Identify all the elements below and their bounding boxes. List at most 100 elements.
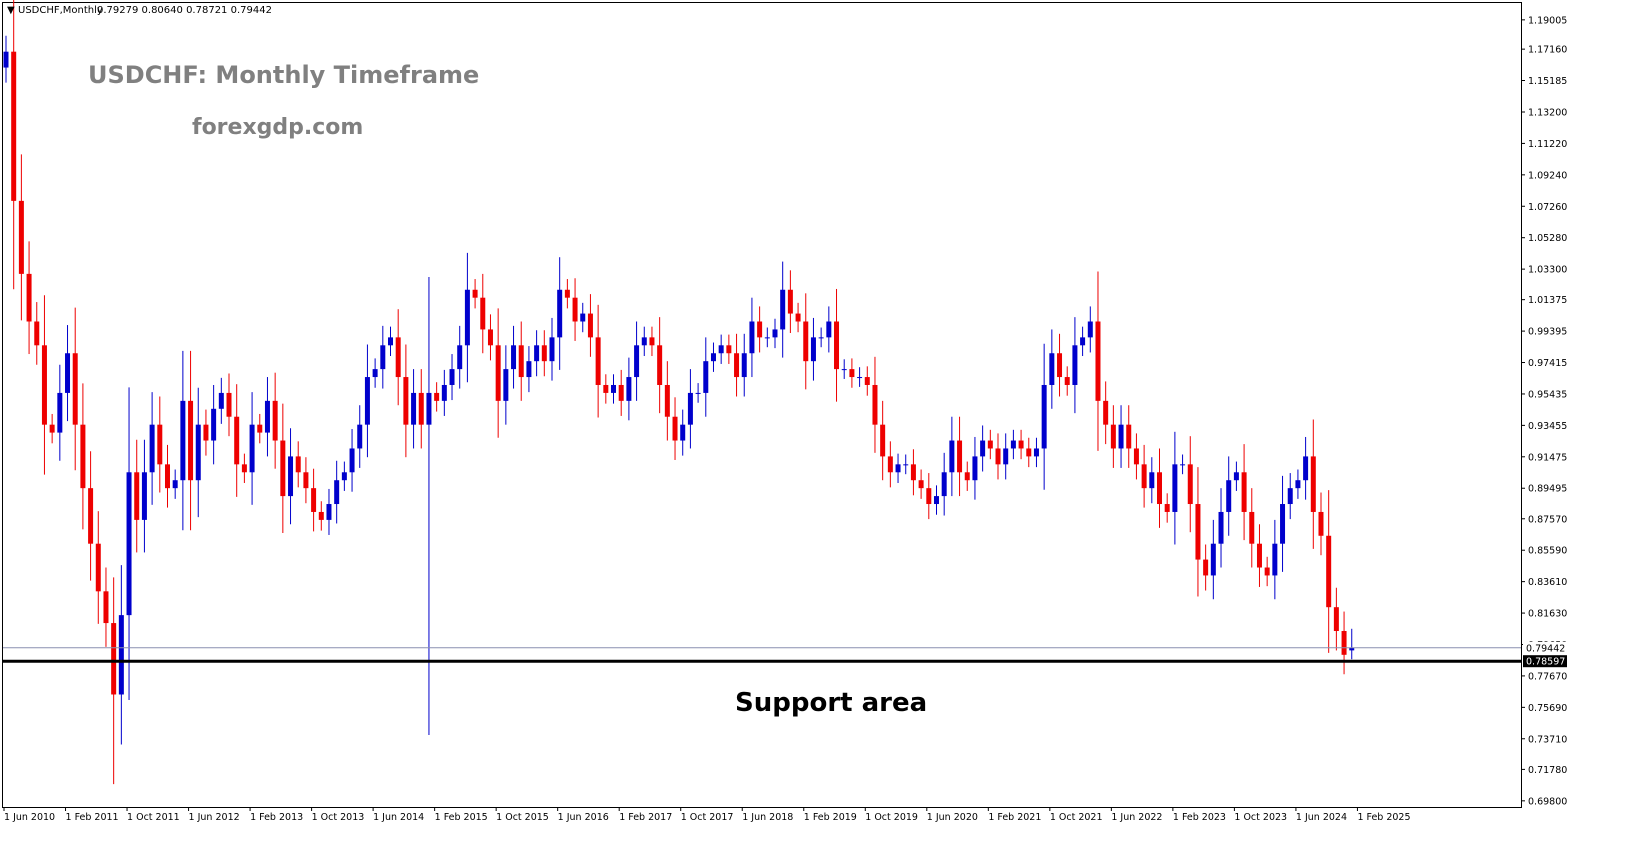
y-tick-label: 0.69800 bbox=[1528, 796, 1567, 807]
candle-body bbox=[511, 345, 517, 370]
candle-body bbox=[434, 392, 440, 401]
candle-body bbox=[526, 361, 532, 378]
candle-body bbox=[1033, 448, 1039, 457]
candle-body bbox=[41, 345, 47, 425]
watermark-site: forexgdp.com bbox=[192, 115, 363, 140]
candle-body bbox=[1195, 504, 1201, 560]
candle-body bbox=[1303, 456, 1309, 481]
candle-body bbox=[634, 345, 640, 378]
candle-body bbox=[426, 392, 432, 425]
y-tick-label: 0.95435 bbox=[1528, 389, 1567, 400]
candle-body bbox=[334, 480, 340, 505]
candle-body bbox=[534, 345, 540, 362]
candle-body bbox=[411, 392, 417, 425]
candle-body bbox=[372, 369, 378, 378]
x-tick-label: 1 Feb 2011 bbox=[66, 812, 119, 823]
x-tick-label: 1 Jun 2016 bbox=[558, 812, 609, 823]
candle-body bbox=[280, 440, 286, 497]
candle-body bbox=[664, 384, 670, 417]
candle-body bbox=[380, 345, 386, 370]
y-tick-label: 0.97415 bbox=[1528, 358, 1567, 369]
candle-body bbox=[1126, 424, 1132, 449]
candle-body bbox=[626, 377, 632, 401]
candle-body bbox=[1226, 480, 1232, 512]
candle-body bbox=[1064, 377, 1070, 385]
candle-body bbox=[772, 329, 778, 338]
candle-body bbox=[418, 392, 424, 425]
candle-body bbox=[1272, 543, 1278, 576]
candle-body bbox=[764, 337, 770, 339]
candle-body bbox=[487, 329, 493, 346]
candle-body bbox=[103, 591, 109, 624]
candle-body bbox=[1164, 504, 1170, 512]
candle-body bbox=[341, 472, 347, 481]
candle-body bbox=[326, 504, 332, 520]
candle-body bbox=[272, 400, 278, 441]
candle-body bbox=[803, 321, 809, 362]
chart-symbol-label: USDCHF,Monthly bbox=[18, 5, 103, 16]
y-tick-label: 1.19005 bbox=[1528, 15, 1567, 26]
candle-body bbox=[672, 416, 678, 441]
candle-body bbox=[780, 289, 786, 330]
candle-body bbox=[1326, 535, 1332, 608]
candle-body bbox=[872, 384, 878, 425]
candle-body bbox=[65, 353, 71, 393]
candle-body bbox=[234, 416, 240, 465]
candle-body bbox=[1003, 448, 1009, 465]
candle-body bbox=[910, 464, 916, 481]
candle-body bbox=[1072, 345, 1078, 385]
candle-body bbox=[311, 488, 317, 512]
y-tick-label: 1.11220 bbox=[1528, 139, 1567, 150]
x-tick-label: 1 Oct 2017 bbox=[681, 812, 734, 823]
candle-body bbox=[249, 424, 255, 473]
candle-body bbox=[388, 337, 393, 346]
candle-body bbox=[941, 472, 947, 497]
y-tick-label: 1.13200 bbox=[1528, 107, 1567, 118]
y-tick-label: 0.71780 bbox=[1528, 765, 1567, 776]
x-tick-label: 1 Feb 2023 bbox=[1173, 812, 1226, 823]
candle-body bbox=[518, 345, 524, 378]
candle-body bbox=[1110, 424, 1116, 449]
y-tick-label: 1.15185 bbox=[1528, 76, 1567, 87]
candle-body bbox=[734, 353, 740, 378]
x-tick-label: 1 Oct 2015 bbox=[496, 812, 549, 823]
candle-body bbox=[226, 392, 232, 417]
candle-body bbox=[403, 377, 409, 425]
candle-body bbox=[264, 400, 270, 433]
candle-body bbox=[1057, 353, 1063, 378]
candle-body bbox=[480, 297, 486, 330]
candle-body bbox=[1295, 480, 1301, 489]
x-tick-label: 1 Oct 2011 bbox=[127, 812, 180, 823]
candle-body bbox=[1095, 321, 1101, 401]
candle-body bbox=[641, 337, 647, 346]
candle-body bbox=[3, 51, 9, 68]
candle-body bbox=[1233, 472, 1239, 481]
x-tick-label: 1 Feb 2019 bbox=[804, 812, 857, 823]
candle-body bbox=[926, 488, 932, 505]
candle-body bbox=[1103, 400, 1109, 425]
candle-body bbox=[95, 543, 101, 592]
y-axis: 1.19005 1.17160 1.15185 1.13200 1.11220 1.092… bbox=[1521, 15, 1567, 807]
x-tick-label: 1 Jun 2018 bbox=[742, 812, 793, 823]
candle-body bbox=[987, 440, 993, 449]
candle-body bbox=[141, 472, 147, 520]
candle-body bbox=[687, 392, 693, 425]
candle-body bbox=[318, 511, 324, 520]
candle-body bbox=[1264, 567, 1270, 576]
candle-body bbox=[972, 456, 978, 481]
candle-body bbox=[172, 480, 178, 489]
support-price-tag: 0.78597 bbox=[1526, 657, 1565, 668]
candle-body bbox=[1310, 456, 1316, 512]
y-tick-label: 0.85590 bbox=[1528, 546, 1567, 557]
y-tick-label: 0.73710 bbox=[1528, 734, 1567, 745]
y-tick-label: 1.09240 bbox=[1528, 170, 1567, 181]
candle-body bbox=[695, 392, 701, 394]
candle-body bbox=[18, 200, 24, 274]
candle-body bbox=[611, 384, 617, 393]
candle-body bbox=[1187, 464, 1193, 505]
candle-body bbox=[887, 456, 893, 473]
candle-body bbox=[149, 424, 155, 473]
candle-body bbox=[1333, 607, 1339, 631]
chart-area: 1.19005 1.17160 1.15185 1.13200 1.11220 1.092… bbox=[2, 0, 1567, 823]
candle-body bbox=[11, 51, 17, 201]
